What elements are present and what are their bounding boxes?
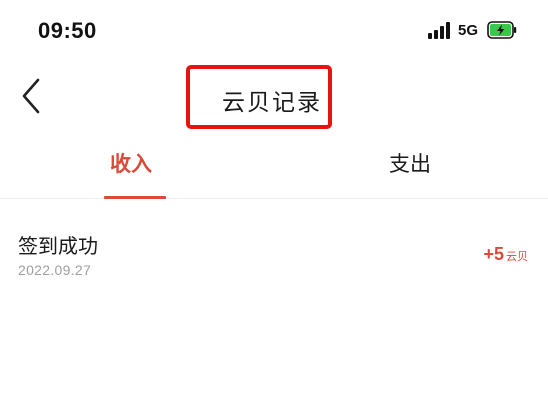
record-amount-value: +5 [483,244,504,264]
record-amount: +5 云贝 [483,244,528,265]
record-tabs: 收入 支出 [0,140,548,199]
status-bar: 09:50 5G [0,0,548,62]
tab-expense[interactable]: 支出 [389,148,431,178]
tab-income[interactable]: 收入 [110,148,152,178]
active-tab-indicator [104,196,166,199]
record-date: 2022.09.27 [18,262,92,278]
network-type-label: 5G [458,22,479,39]
list-item[interactable]: 签到成功 2022.09.27 +5 云贝 [0,200,548,300]
record-list: 签到成功 2022.09.27 +5 云贝 [0,200,548,300]
page-title: 云贝记录 [222,90,322,116]
record-amount-unit: 云贝 [506,250,528,263]
chevron-left-icon [22,78,40,114]
battery-charging-icon [487,21,517,39]
back-button[interactable] [14,74,54,118]
nav-bar: 云贝记录 [0,62,548,136]
status-time: 09:50 [38,18,97,43]
record-title: 签到成功 [18,234,98,258]
signal-icon [428,22,452,39]
